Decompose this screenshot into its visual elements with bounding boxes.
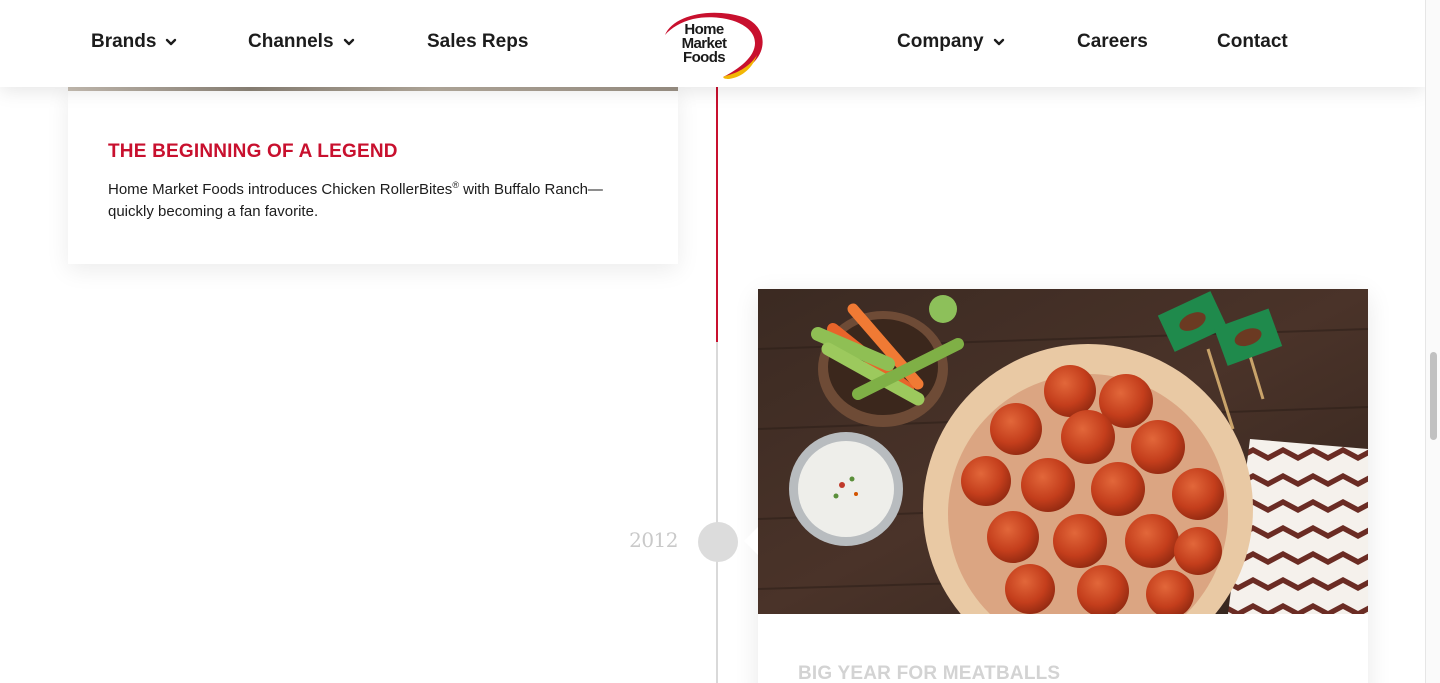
nav-channels-label: Channels [248, 31, 334, 52]
nav-brands-label: Brands [91, 31, 157, 52]
registered-mark: ® [452, 180, 459, 190]
nav-sales-reps-label: Sales Reps [427, 31, 529, 52]
card-description-text: Home Market Foods introduces Chicken Rol… [108, 181, 453, 198]
timeline-card: BIG YEAR FOR MEATBALLS [744, 289, 1368, 683]
card-title: BIG YEAR FOR MEATBALLS [798, 663, 1061, 683]
logo-wordmark: Home Market Foods [664, 22, 744, 66]
home-market-foods-logo[interactable]: Home Market Foods [659, 9, 767, 80]
page-scrollbar[interactable] [1425, 0, 1440, 683]
card-description: Home Market Foods introduces Chicken Rol… [108, 179, 628, 223]
timeline-card: THE BEGINNING OF A LEGEND Home Market Fo… [68, 87, 678, 264]
chevron-down-icon [993, 36, 1005, 48]
timeline-line [716, 342, 718, 683]
meatballs-photo [758, 289, 1368, 614]
nav-company[interactable]: Company [897, 31, 1005, 53]
timeline-line-active [716, 87, 718, 342]
chevron-down-icon [343, 36, 355, 48]
nav-contact[interactable]: Contact [1217, 31, 1288, 53]
nav-channels[interactable]: Channels [248, 31, 355, 53]
timeline-dot [698, 522, 738, 562]
card-title: THE BEGINNING OF A LEGEND [108, 141, 398, 162]
logo-word-foods: Foods [683, 49, 726, 66]
nav-careers-label: Careers [1077, 31, 1148, 52]
card-pointer [744, 527, 758, 555]
nav-company-label: Company [897, 31, 984, 52]
nav-contact-label: Contact [1217, 31, 1288, 52]
timeline-year: 2012 [629, 528, 678, 552]
nav-careers[interactable]: Careers [1077, 31, 1148, 53]
chevron-down-icon [165, 36, 177, 48]
scrollbar-thumb[interactable] [1430, 352, 1437, 440]
card-image-edge [68, 87, 678, 91]
nav-brands[interactable]: Brands [91, 31, 177, 53]
site-header: Brands Channels Sales Reps Home Market F… [0, 0, 1425, 87]
nav-sales-reps[interactable]: Sales Reps [427, 31, 528, 53]
